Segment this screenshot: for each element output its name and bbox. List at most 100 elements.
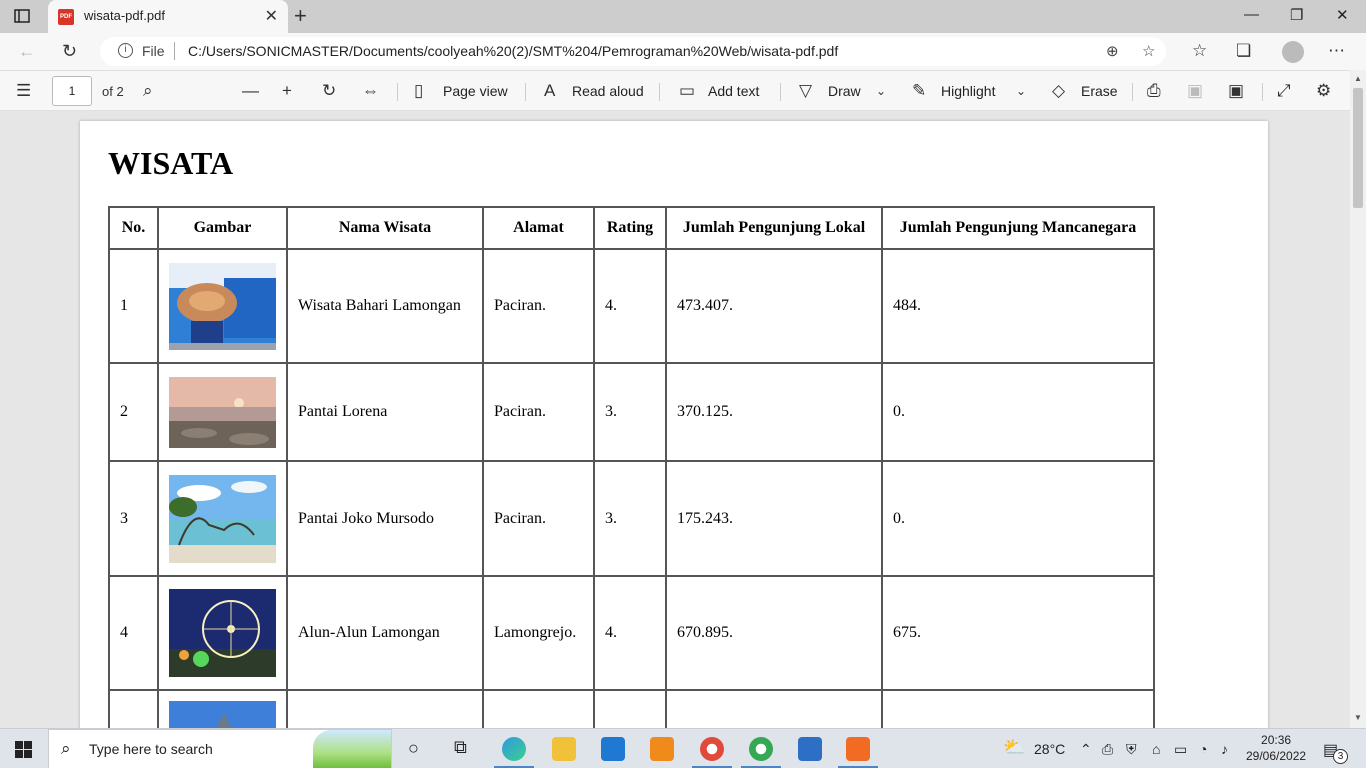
windows-start-icon[interactable] <box>15 741 32 758</box>
contents-list-icon[interactable]: ☰ <box>16 81 31 101</box>
chrome-profile-icon[interactable] <box>749 737 773 761</box>
url-field[interactable]: i File C:/Users/SONICMASTER/Documents/co… <box>100 37 1166 66</box>
highlight-button[interactable]: Highlight <box>941 83 995 99</box>
cell-mancanegara: 484. <box>881 248 1155 364</box>
tab-actions-icon <box>14 9 30 23</box>
new-tab-button[interactable]: + <box>294 3 307 29</box>
read-aloud-button[interactable]: Read aloud <box>572 83 644 99</box>
scroll-up-arrow-icon[interactable]: ▲ <box>1354 74 1362 83</box>
security-icon[interactable]: ⛨ <box>1126 741 1137 758</box>
cell-mancanegara: 675. <box>881 575 1155 691</box>
task-view-icon[interactable]: ⧉ <box>454 737 467 758</box>
draw-icon[interactable]: ▽ <box>799 81 812 101</box>
zoom-out-icon[interactable]: — <box>242 81 259 101</box>
add-text-button[interactable]: Add text <box>708 83 759 99</box>
photo-pantai-joko-mursodo <box>169 474 276 563</box>
chevron-down-icon[interactable]: ⌄ <box>876 84 886 98</box>
column-header-no: No. <box>108 206 159 250</box>
taskbar: ⌕ Type here to search ○ ⧉ ⛅ 28°C ⌃ ⎙ ⛨ ⌂… <box>0 728 1366 768</box>
cell-nama <box>286 689 484 728</box>
table-header-row: No. Gambar Nama Wisata Alamat Rating Jum… <box>108 206 1155 250</box>
printer-icon[interactable]: ⎙ <box>1102 741 1113 758</box>
cell-lokal <box>665 689 883 728</box>
fullscreen-icon[interactable]: ⤢ <box>1277 81 1291 101</box>
collections-icon[interactable]: ❏ <box>1236 41 1251 61</box>
vertical-scrollbar[interactable]: ▲ ▼ <box>1350 70 1366 728</box>
tab-title: wisata-pdf.pdf <box>84 8 165 23</box>
profile-avatar[interactable] <box>1282 41 1304 63</box>
weather-icon[interactable]: ⛅ <box>1003 737 1025 758</box>
taskbar-search[interactable]: ⌕ Type here to search <box>48 729 392 768</box>
tab-wisata-pdf[interactable]: PDF wisata-pdf.pdf ✕ <box>48 0 288 33</box>
page-view-button[interactable]: Page view <box>443 83 508 99</box>
cell-mancanegara: 0. <box>881 362 1155 462</box>
save-as-icon[interactable]: ▣ <box>1228 81 1244 101</box>
cell-nama: Pantai Joko Mursodo <box>286 460 484 577</box>
info-icon[interactable]: i <box>118 43 133 58</box>
erase-icon[interactable]: ◇ <box>1052 81 1065 101</box>
search-icon[interactable]: ⌕ <box>143 81 153 101</box>
battery-icon[interactable]: ▭ <box>1174 741 1187 758</box>
cell-no: 2 <box>108 362 159 462</box>
wifi-icon[interactable]: ◔ <box>1199 741 1207 757</box>
cell-lokal: 175.243. <box>665 460 883 577</box>
photos-icon[interactable] <box>798 737 822 761</box>
file-explorer-icon[interactable] <box>552 737 576 761</box>
cell-rating: 4. <box>593 575 667 691</box>
cortana-icon[interactable]: ○ <box>408 738 419 759</box>
back-arrow-icon[interactable]: ← <box>18 41 36 62</box>
mail-icon[interactable] <box>601 737 625 761</box>
window-close-button[interactable]: ✕ <box>1336 6 1349 24</box>
url-text[interactable]: C:/Users/SONICMASTER/Documents/coolyeah%… <box>188 43 838 59</box>
add-text-icon[interactable]: ▭ <box>679 81 695 101</box>
edge-icon[interactable] <box>502 737 526 761</box>
cell-alamat: Lamongrejo. <box>482 575 595 691</box>
settings-gear-icon[interactable]: ⚙ <box>1316 81 1331 101</box>
chevron-down-icon[interactable]: ⌄ <box>1016 84 1026 98</box>
scrollbar-thumb[interactable] <box>1353 88 1363 208</box>
refresh-icon[interactable]: ↻ <box>62 41 77 62</box>
highlight-icon[interactable]: ✎ <box>912 81 926 101</box>
scroll-down-arrow-icon[interactable]: ▼ <box>1354 713 1362 722</box>
pdf-viewport[interactable]: WISATA No. Gambar Nama Wisata Alamat Rat… <box>0 111 1350 728</box>
weather-temp[interactable]: 28°C <box>1034 741 1065 757</box>
minimize-button[interactable]: — <box>1244 6 1259 23</box>
more-menu-icon[interactable]: ⋯ <box>1328 41 1345 61</box>
show-hidden-icons-chevron-icon[interactable]: ⌃ <box>1080 741 1092 758</box>
zoom-in-icon[interactable]: + <box>282 81 292 101</box>
divider <box>174 42 175 60</box>
column-header-mancanegara: Jumlah Pengunjung Mancanegara <box>881 206 1155 250</box>
rotate-icon[interactable]: ↻ <box>322 81 336 101</box>
cell-no: 1 <box>108 248 159 364</box>
column-header-rating: Rating <box>593 206 667 250</box>
cell-nama: Pantai Lorena <box>286 362 484 462</box>
zoom-icon[interactable]: ⊕ <box>1106 42 1119 60</box>
tab-close-button[interactable]: ✕ <box>265 6 278 26</box>
erase-button[interactable]: Erase <box>1081 83 1118 99</box>
system-clock[interactable]: 20:36 29/06/2022 <box>1246 732 1306 764</box>
favorites-icon[interactable]: ☆ <box>1192 41 1207 61</box>
tab-actions-button[interactable] <box>12 7 32 25</box>
divider <box>397 83 398 101</box>
divider <box>1132 83 1133 101</box>
print-icon[interactable]: ⎙ <box>1147 81 1161 101</box>
chrome-icon[interactable] <box>700 737 724 761</box>
volume-icon[interactable]: ♪ <box>1221 741 1228 757</box>
cell-gambar <box>157 248 288 364</box>
clock-date: 29/06/2022 <box>1246 749 1307 763</box>
maximize-button[interactable]: ❐ <box>1290 6 1303 24</box>
cell-gambar <box>157 362 288 462</box>
page-view-icon[interactable]: ▯ <box>414 81 423 101</box>
cell-alamat: Paciran. <box>482 248 595 364</box>
add-favorite-icon[interactable]: ☆ <box>1142 42 1155 60</box>
draw-button[interactable]: Draw <box>828 83 861 99</box>
save-icon[interactable]: ▣ <box>1187 81 1203 101</box>
page-number-input[interactable]: 1 <box>52 76 92 106</box>
xampp-icon[interactable] <box>846 737 870 761</box>
cell-rating: 3. <box>593 362 667 462</box>
read-aloud-icon[interactable]: A <box>544 81 555 101</box>
photo-wisata-bahari <box>169 262 276 350</box>
fit-page-icon[interactable]: ⇔ <box>362 81 379 101</box>
sublime-text-icon[interactable] <box>650 737 674 761</box>
device-icon[interactable]: ⌂ <box>1152 741 1160 757</box>
